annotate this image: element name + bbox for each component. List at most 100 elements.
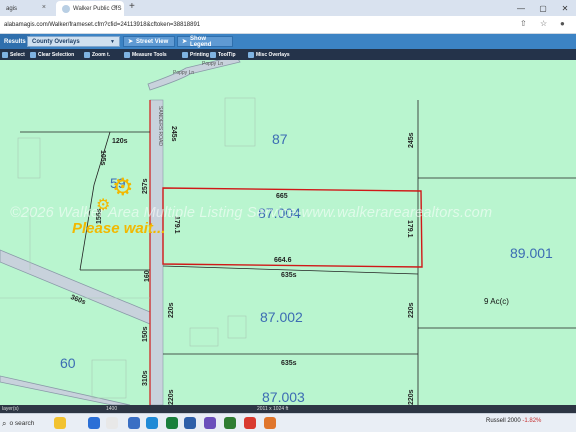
poppy-lane-label: Poppy Ln (173, 70, 195, 76)
dim-label: 220s (168, 302, 175, 318)
dim-label: 179.1 (406, 220, 413, 238)
gear-icon: ⚙ (96, 197, 111, 214)
show-legend-label: Show Legend (190, 35, 212, 48)
browser-tab[interactable]: agis × (0, 1, 52, 16)
results-button[interactable]: Results (0, 34, 30, 49)
address-bar: alabamagis.com/Walker/frameset.cfm?cfid=… (0, 16, 576, 34)
close-icon[interactable]: × (114, 4, 118, 11)
show-legend-button[interactable]: ➤ Show Legend (177, 35, 233, 48)
zoom-tool[interactable]: Zoom t. (84, 50, 110, 59)
dim-label: 635s (281, 360, 297, 367)
zoom-icon (84, 51, 90, 58)
parcel-60[interactable]: 60 (60, 356, 76, 370)
arrow-right-icon: ➤ (128, 39, 134, 45)
browser-tab-active[interactable]: Walker Public GIS × (56, 1, 124, 16)
browser-tab-strip: agis × Walker Public GIS × + — ▢ ✕ (0, 0, 576, 16)
chrome-icon[interactable] (244, 417, 256, 429)
profile-icon[interactable]: ● (560, 19, 565, 28)
printer-icon (182, 51, 188, 58)
close-window-icon[interactable]: ✕ (554, 0, 576, 16)
parcel-87[interactable]: 87 (272, 132, 288, 146)
misc-overlays-label: Misc Overlays (256, 51, 290, 58)
lower-road (0, 375, 131, 405)
file-explorer-icon[interactable] (128, 417, 140, 429)
stock-ticker[interactable]: Russell 2000 -1.82% (486, 418, 541, 424)
search-icon: ⌕ (2, 418, 7, 428)
taskbar-search-label: o search (9, 420, 35, 427)
taskbar: ⌕ o search Russell 2000 -1.82% (0, 413, 576, 432)
select-tool-label: Select (10, 51, 25, 58)
misc-overlays-tool[interactable]: Misc Overlays (248, 50, 290, 59)
selected-parcel-outline (162, 187, 423, 268)
maximize-icon[interactable]: ▢ (532, 0, 554, 16)
dim-label: 257s (142, 178, 149, 194)
edge-icon[interactable] (146, 417, 158, 429)
map-tools-bar: Select Clear Selection Zoom t. Measure T… (0, 49, 576, 60)
printing-label: Printing (190, 51, 209, 58)
printing-tool[interactable]: Printing (182, 50, 209, 59)
minimize-icon[interactable]: — (510, 0, 532, 16)
chevron-down-icon: ▼ (110, 38, 115, 45)
scale-value: 1400 (106, 406, 118, 412)
acreage-label: 9 Ac(c) (484, 297, 509, 306)
street-view-label: Street View (136, 38, 169, 45)
map-status-bar: layer(s) 1400 2011 x 1024 ft (0, 405, 576, 413)
loading-message: Please wait... (72, 220, 166, 237)
cursor-icon (2, 51, 8, 58)
watermark: ©2026 Walker Area Multiple Listing Servi… (10, 205, 493, 221)
poppy-lane-label-2: Poppy Ln (202, 61, 224, 67)
firefox-icon[interactable] (264, 417, 276, 429)
star-icon[interactable]: ☆ (540, 19, 547, 28)
tooltip-label: ToolTip (218, 51, 236, 58)
select-tool[interactable]: Select (2, 50, 25, 59)
gis-toolbar: Results County Overlays ▼ ➤ Street View … (0, 34, 576, 49)
ruler-icon (124, 51, 130, 58)
url-text: alabamagis.com/Walker/frameset.cfm?cfid=… (4, 22, 201, 28)
dim-label: 245s (170, 126, 177, 142)
extent-dimensions: 2011 x 1024 ft (257, 406, 289, 412)
teams-icon[interactable] (204, 417, 216, 429)
clear-selection-label: Clear Selection (38, 51, 75, 58)
eraser-icon (30, 51, 36, 58)
parcel-89-001[interactable]: 89.001 (510, 246, 553, 260)
screen: agis × Walker Public GIS × + — ▢ ✕ alaba… (0, 0, 576, 432)
favicon-icon (62, 4, 70, 13)
measure-tools[interactable]: Measure Tools (124, 50, 167, 59)
dim-label: 220s (408, 389, 415, 405)
dim-label: 160 (144, 270, 151, 282)
dim-label: 310s (142, 370, 149, 386)
widget-icon[interactable] (54, 417, 66, 429)
dim-label: 120s (112, 138, 128, 145)
photos-icon[interactable] (106, 417, 118, 429)
tab-label: agis (6, 5, 18, 12)
close-icon[interactable]: × (42, 4, 46, 11)
ticker-change: -1.82% (522, 418, 542, 424)
county-overlays-select[interactable]: County Overlays ▼ (27, 36, 120, 47)
layers-icon (248, 51, 254, 58)
share-icon[interactable]: ⇧ (520, 19, 527, 28)
clear-selection-tool[interactable]: Clear Selection (30, 50, 74, 59)
diagonal-road (0, 249, 151, 325)
county-overlays-value: County Overlays (32, 38, 80, 45)
layers-status: layer(s) (2, 406, 19, 412)
dim-label: 220s (168, 389, 175, 405)
dim-label: 150s (142, 326, 149, 342)
parcel-87-002[interactable]: 87.002 (260, 310, 303, 324)
street-view-button[interactable]: ➤ Street View (123, 36, 175, 47)
store-icon[interactable] (166, 417, 178, 429)
dim-label: 245s (408, 132, 415, 148)
start-icon[interactable] (88, 417, 100, 429)
new-tab-button[interactable]: + (129, 1, 135, 12)
excel-icon[interactable] (224, 417, 236, 429)
dim-label: 105s (99, 150, 106, 166)
ticker-name: Russell 2000 (486, 418, 521, 424)
dim-label: 635s (281, 272, 297, 279)
map-canvas[interactable]: 87 87.004 89.001 87.002 87.003 60 59 SAN… (0, 60, 576, 405)
tooltip-tool[interactable]: ToolTip (210, 50, 236, 59)
measure-tools-label: Measure Tools (132, 51, 167, 58)
url-field[interactable]: alabamagis.com/Walker/frameset.cfm?cfid=… (4, 19, 504, 31)
outlook-icon[interactable] (184, 417, 196, 429)
parcel-87-003[interactable]: 87.003 (262, 390, 305, 404)
dim-label: 664.6 (274, 257, 292, 264)
zoom-tool-label: Zoom t. (92, 51, 111, 58)
